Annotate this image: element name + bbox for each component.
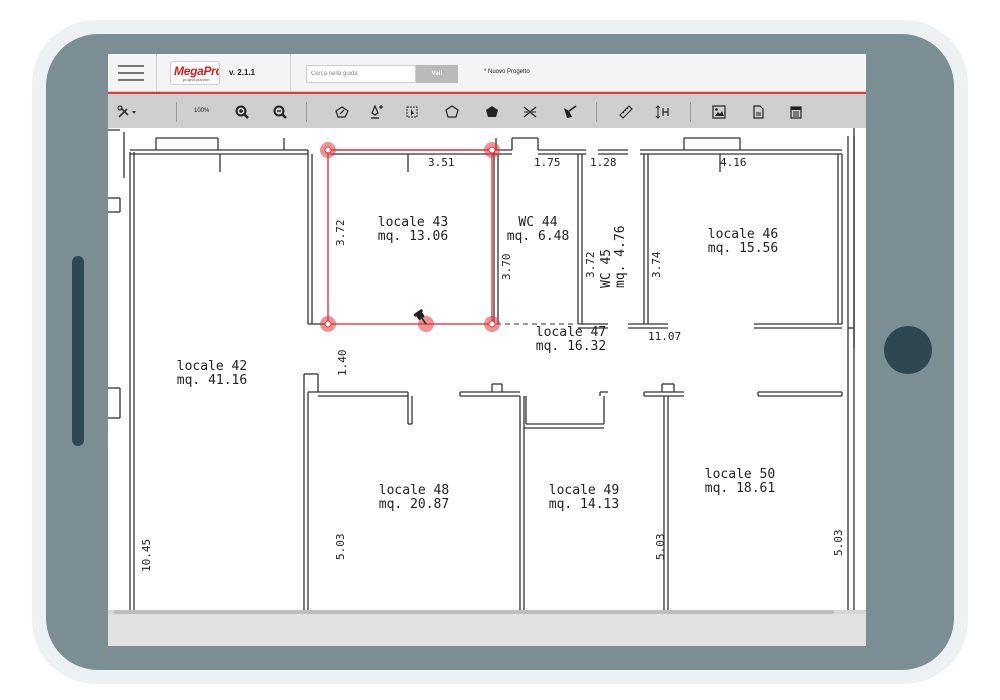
- toolbar-divider: [176, 102, 177, 122]
- dimension-label: 3.74: [650, 251, 663, 279]
- tablet-side-button: [72, 256, 84, 446]
- room-label: locale 43 mq. 13.06: [377, 215, 449, 244]
- divider: [156, 54, 157, 91]
- dimension-label: 1.40: [336, 349, 349, 377]
- dimension-label: 3.51: [428, 156, 455, 169]
- dimension-label: 1.28: [590, 156, 617, 169]
- room-label: WC 44 mq. 6.48: [506, 215, 570, 244]
- logo-subtext: project planner: [183, 77, 210, 82]
- cut-icon[interactable]: [522, 104, 538, 120]
- divider: [290, 54, 291, 91]
- calendar-icon[interactable]: [788, 104, 804, 120]
- tablet-home-button: [884, 326, 932, 374]
- pen-add-icon[interactable]: [368, 104, 384, 120]
- room-label: locale 50 mq. 18.61: [704, 467, 776, 496]
- room-label: locale 46 mq. 15.56: [707, 227, 779, 256]
- dimension-label: 3.72: [584, 251, 597, 279]
- app-screen: MegaPro project planner v. 2.1.1 Vai! * …: [108, 54, 866, 646]
- dimension-label: 5.03: [832, 529, 845, 557]
- dimension-label: 1.75: [534, 156, 561, 169]
- dimension-label: 10.45: [140, 538, 153, 572]
- search-input[interactable]: [306, 65, 416, 83]
- zoom-in-icon[interactable]: [234, 104, 250, 120]
- menu-icon[interactable]: [118, 62, 144, 84]
- logo-name: MegaPro: [174, 64, 220, 78]
- status-bar: [108, 610, 866, 646]
- dimension-label: 3.70: [500, 253, 513, 281]
- document-icon[interactable]: [750, 104, 766, 120]
- room-label: locale 48 mq. 20.87: [378, 483, 450, 512]
- dimension-label: 11.07: [648, 330, 682, 343]
- toolbar-divider: [306, 102, 307, 122]
- zoom-level: 100%: [194, 108, 210, 114]
- room-label: WC 45 mq. 4.76: [599, 225, 628, 288]
- toolbar-divider: [596, 102, 597, 122]
- toolbar-divider: [690, 102, 691, 122]
- filled-pentagon-icon[interactable]: [484, 104, 500, 120]
- floor-plan-canvas[interactable]: locale 42 mq. 41.16 locale 43 mq. 13.06 WC…: [108, 128, 866, 610]
- toolbar: 100%: [108, 94, 866, 128]
- search-button[interactable]: Vai!: [416, 65, 458, 83]
- scrollbar-thumb[interactable]: [114, 610, 834, 614]
- draw-polygon-icon[interactable]: [334, 104, 350, 120]
- ruler-icon[interactable]: [618, 104, 634, 120]
- project-title: * Nuovo Progetto: [484, 69, 530, 75]
- dimension-label: 5.03: [334, 533, 347, 561]
- pentagon-icon[interactable]: [444, 104, 460, 120]
- eraser-icon[interactable]: [562, 104, 578, 120]
- room-label: locale 49 mq. 14.13: [548, 483, 620, 512]
- room-label: locale 47 mq. 16.32: [535, 325, 607, 354]
- dimension-label: 4.16: [720, 156, 747, 169]
- tools-icon[interactable]: [114, 104, 140, 120]
- dimension-label: 5.03: [654, 533, 667, 561]
- zoom-out-icon[interactable]: [272, 104, 288, 120]
- room-label: locale 42 mq. 41.16: [176, 359, 248, 388]
- height-icon[interactable]: [654, 104, 672, 120]
- app-logo: MegaPro project planner: [170, 61, 220, 85]
- select-area-icon[interactable]: [404, 104, 420, 120]
- app-version: v. 2.1.1: [229, 68, 256, 77]
- dimension-label: 3.72: [334, 219, 347, 247]
- image-icon[interactable]: [711, 104, 727, 120]
- top-bar: MegaPro project planner v. 2.1.1 Vai! * …: [108, 54, 866, 92]
